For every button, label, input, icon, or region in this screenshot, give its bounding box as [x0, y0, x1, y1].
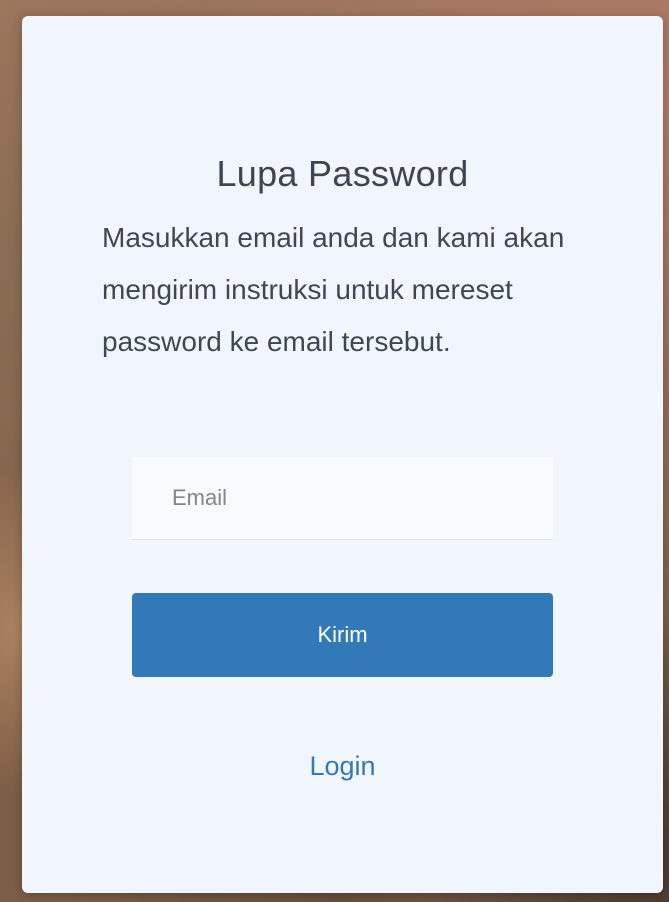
email-field[interactable]	[132, 457, 553, 540]
forgot-password-card: Lupa Password Masukkan email anda dan ka…	[22, 16, 663, 893]
instructions-text: Masukkan email anda dan kami akan mengir…	[102, 222, 565, 357]
page-title: Lupa Password	[216, 153, 469, 194]
submit-button[interactable]: Kirim	[132, 593, 553, 677]
login-link[interactable]: Login	[22, 751, 663, 782]
